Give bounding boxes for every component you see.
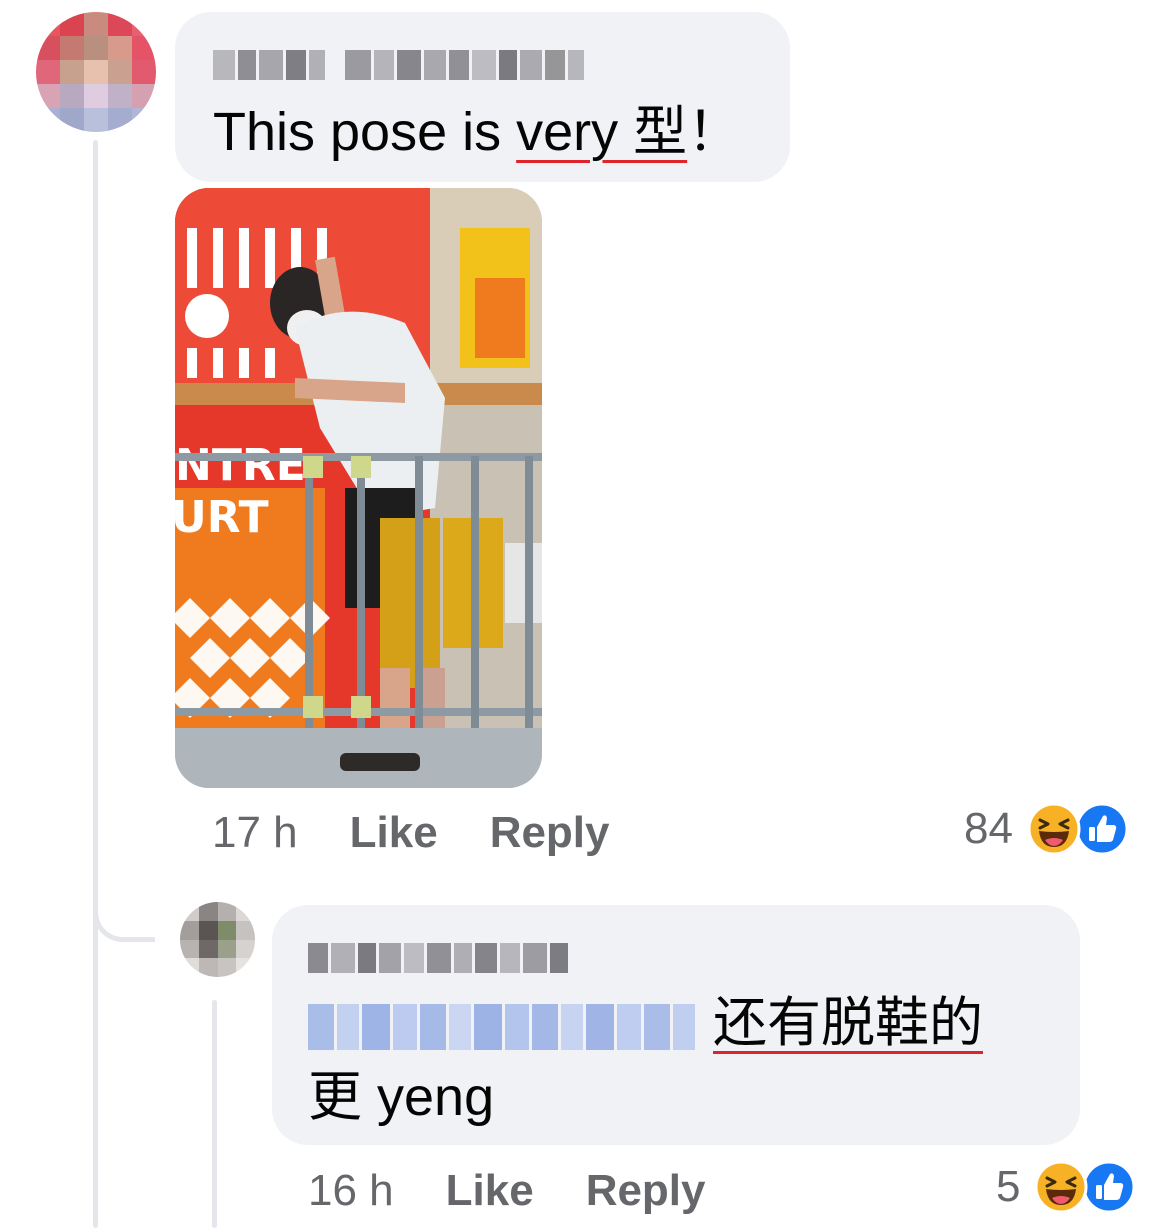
comment-timestamp[interactable]: 17 h bbox=[212, 808, 298, 858]
comment-bubble: This pose is very 型！ bbox=[175, 12, 790, 182]
reaction-count: 84 bbox=[964, 804, 1013, 853]
comment-meta: 16 h Like Reply bbox=[308, 1166, 706, 1216]
banner-text: NTRE bbox=[175, 440, 306, 491]
avatar[interactable] bbox=[180, 902, 255, 977]
mention-blurred[interactable] bbox=[308, 1003, 695, 1050]
reply-thread-line bbox=[212, 1000, 217, 1228]
spellcheck-underlined-text: very 型 bbox=[516, 102, 688, 162]
comment-timestamp[interactable]: 16 h bbox=[308, 1166, 394, 1216]
like-icon bbox=[1082, 1160, 1136, 1214]
photo-attachment[interactable]: NTRE URT bbox=[175, 188, 542, 788]
reply-button[interactable]: Reply bbox=[586, 1166, 706, 1216]
like-button[interactable]: Like bbox=[446, 1166, 534, 1216]
spellcheck-underlined-text: 还有脱鞋的 bbox=[713, 993, 983, 1053]
thread-connector bbox=[93, 880, 155, 942]
comment-text: This pose is very 型！ bbox=[213, 100, 741, 164]
reply-text-line2: 更 yeng bbox=[308, 1067, 495, 1127]
reaction-summary[interactable]: 84 bbox=[964, 802, 1129, 856]
author-name-blurred[interactable] bbox=[213, 50, 584, 80]
thread-line bbox=[93, 140, 98, 1228]
like-button[interactable]: Like bbox=[350, 808, 438, 858]
reply-bubble: 还有脱鞋的 更 yeng bbox=[272, 905, 1080, 1145]
comment-text-part: ！ bbox=[687, 102, 742, 162]
haha-icon bbox=[1034, 1160, 1088, 1214]
comment-text-part: This pose is bbox=[213, 102, 517, 162]
author-name-blurred[interactable] bbox=[308, 943, 568, 973]
avatar[interactable] bbox=[36, 12, 156, 132]
like-icon bbox=[1075, 802, 1129, 856]
reaction-icons bbox=[1027, 802, 1129, 856]
reaction-summary[interactable]: 5 bbox=[996, 1160, 1136, 1214]
haha-icon bbox=[1027, 802, 1081, 856]
reply-text-line1: 还有脱鞋的 bbox=[308, 991, 983, 1055]
reaction-count: 5 bbox=[996, 1162, 1021, 1211]
comment-meta: 17 h Like Reply bbox=[212, 808, 610, 858]
reaction-icons bbox=[1034, 1160, 1136, 1214]
mall-photo-image: NTRE URT bbox=[175, 188, 542, 788]
banner-text: URT bbox=[175, 492, 269, 543]
reply-button[interactable]: Reply bbox=[490, 808, 610, 858]
